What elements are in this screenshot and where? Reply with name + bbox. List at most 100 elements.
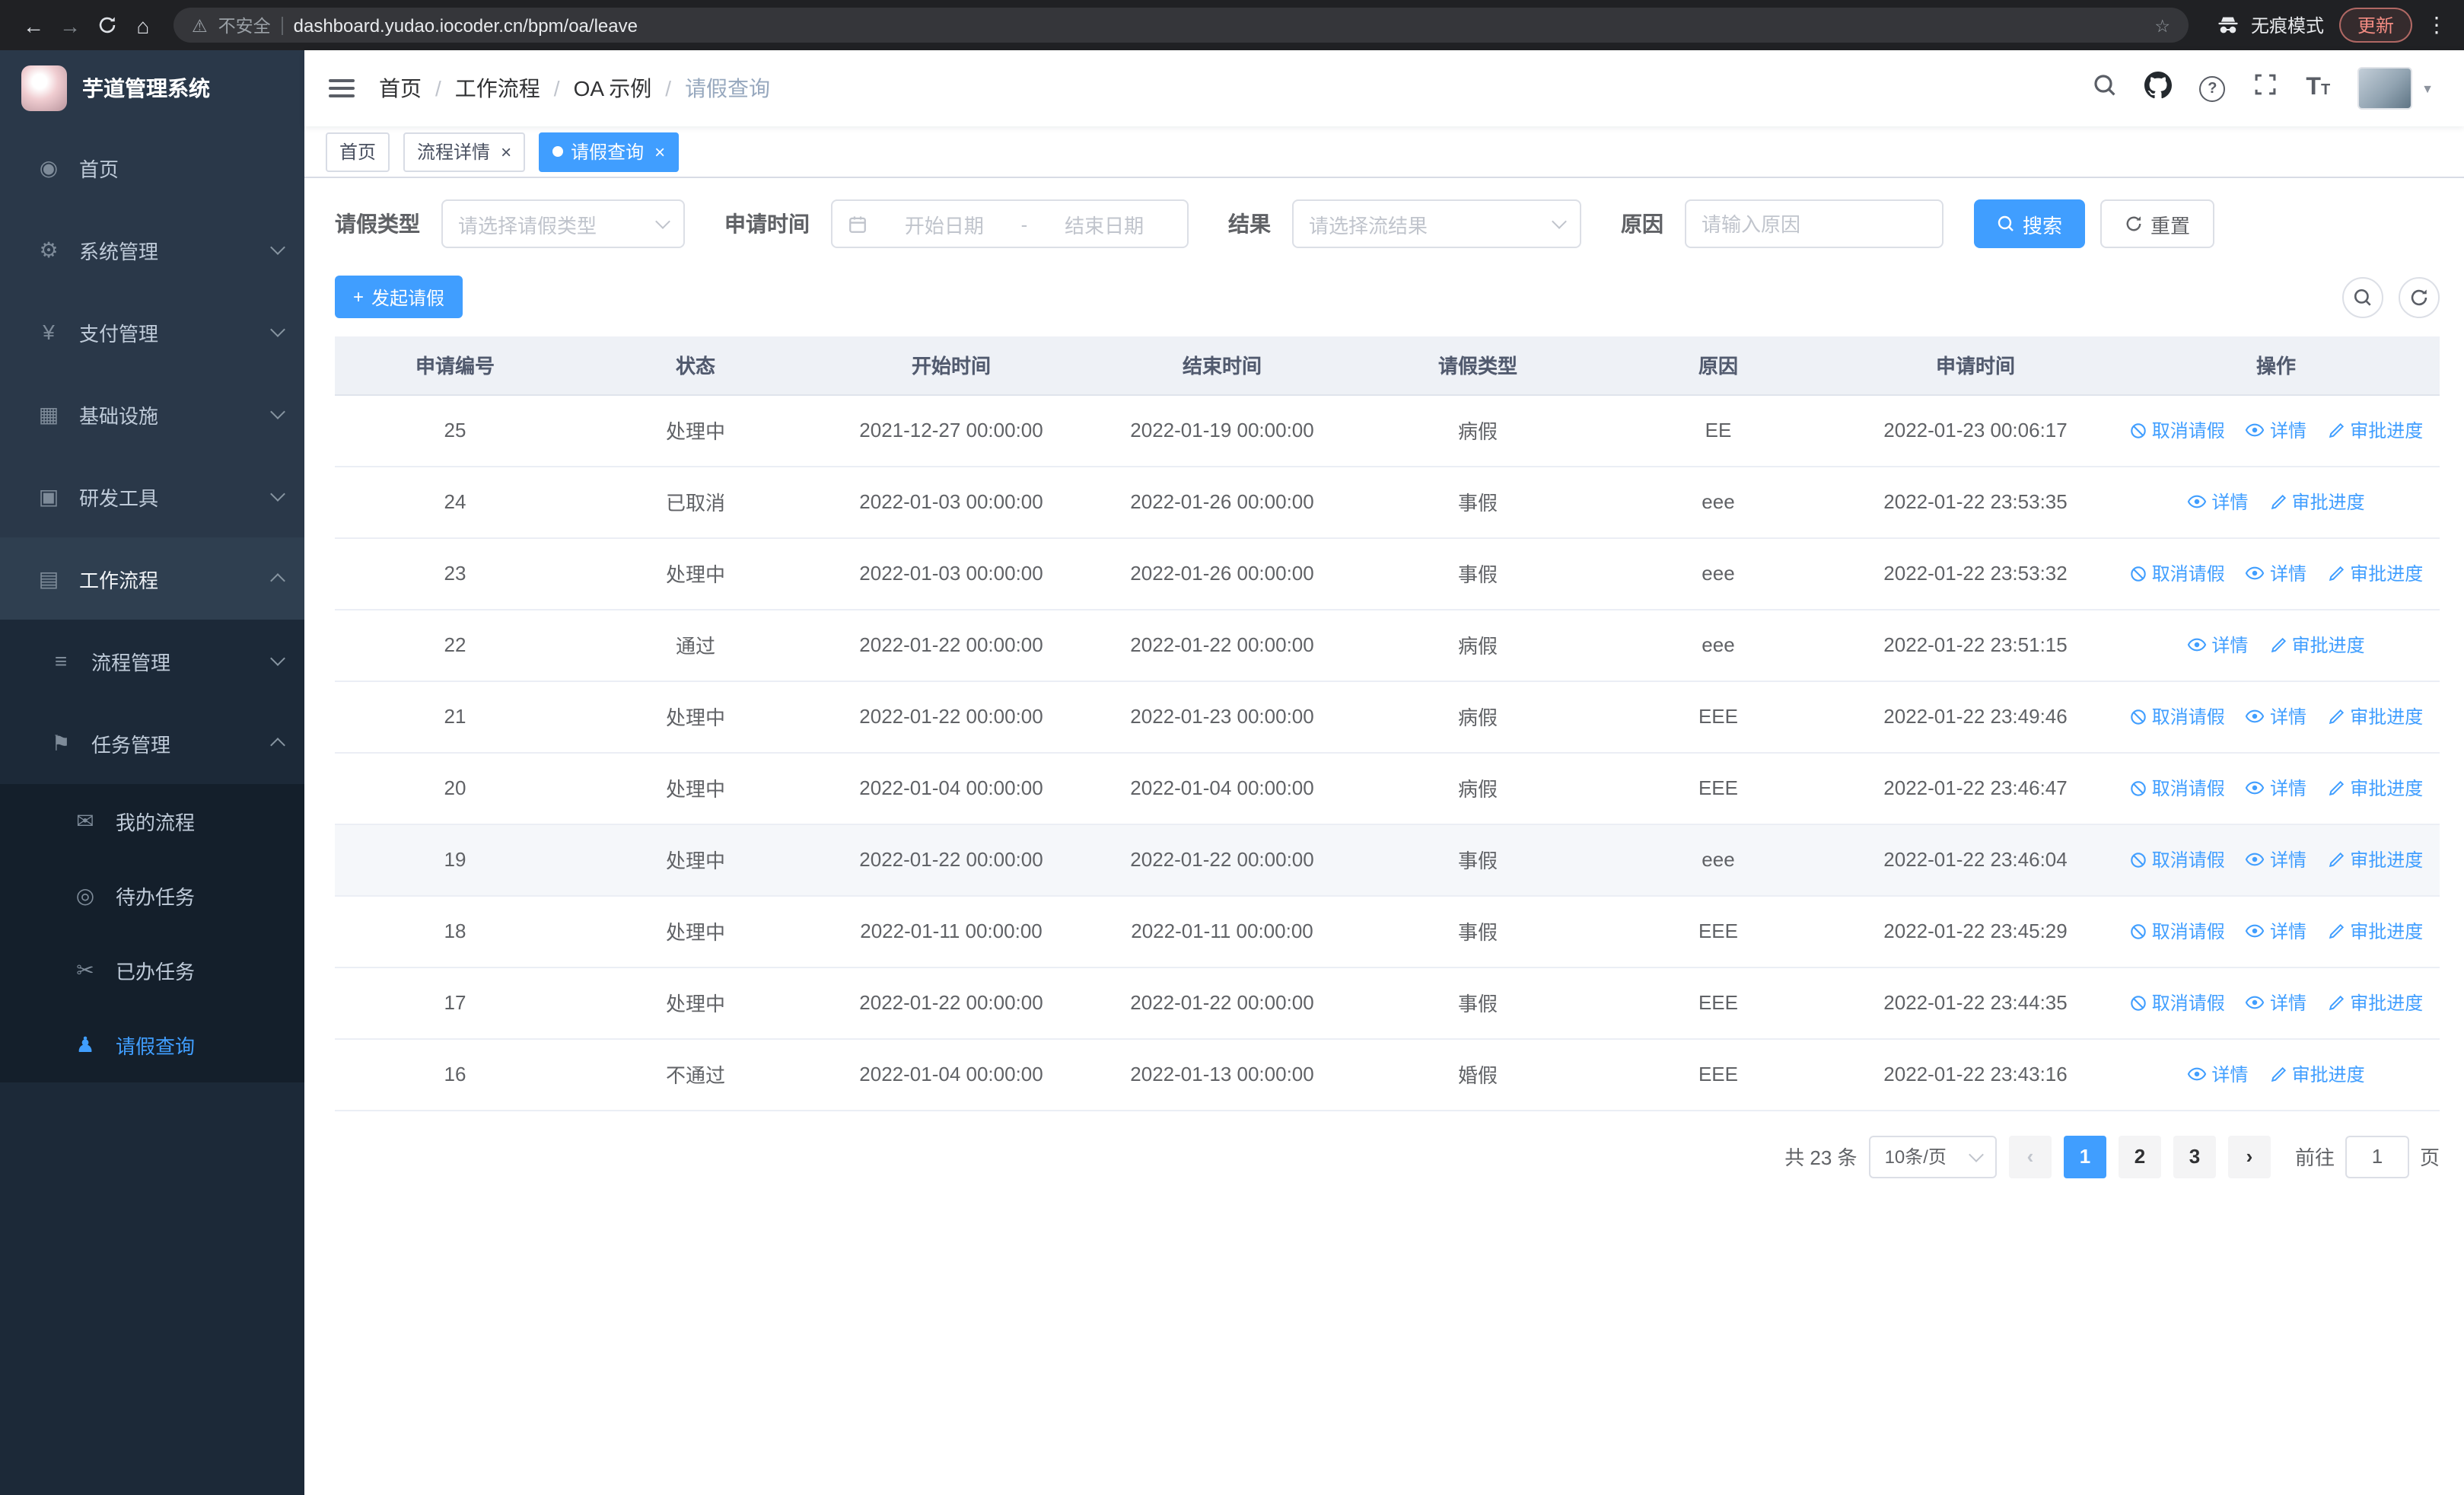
leave-type-select[interactable]: 请选择请假类型	[441, 199, 685, 248]
detail-link[interactable]: 详情	[2246, 560, 2306, 586]
eye-icon	[2188, 1067, 2207, 1081]
tab-close-icon[interactable]: ×	[654, 141, 665, 162]
toggle-search-button[interactable]	[2342, 276, 2383, 317]
breadcrumb-workflow[interactable]: 工作流程	[455, 73, 540, 104]
cancel-leave-link[interactable]: 取消请假	[2129, 990, 2225, 1015]
sidebar-item-leave-query[interactable]: ♟ 请假查询	[0, 1008, 304, 1082]
browser-refresh-button[interactable]	[88, 7, 125, 43]
prev-page-button[interactable]: ‹	[2008, 1135, 2052, 1178]
tab-leave-query[interactable]: 请假查询 ×	[539, 132, 680, 171]
detail-link[interactable]: 详情	[2246, 990, 2306, 1015]
app-navbar: 首页 / 工作流程 / OA 示例 / 请假查询 ? TT ▼	[304, 50, 2464, 126]
reset-button[interactable]: 重置	[2100, 199, 2215, 248]
search-button[interactable]: 搜索	[1974, 199, 2086, 248]
detail-link[interactable]: 详情	[2187, 1061, 2248, 1087]
sidebar-toggle-icon[interactable]	[329, 79, 355, 97]
cancel-leave-link[interactable]: 取消请假	[2129, 775, 2225, 801]
progress-link[interactable]: 审批进度	[2327, 990, 2423, 1015]
progress-link[interactable]: 审批进度	[2327, 846, 2423, 872]
browser-menu-icon[interactable]: ⋮	[2424, 12, 2449, 38]
progress-link[interactable]: 审批进度	[2269, 632, 2365, 658]
goto-page-input[interactable]	[2345, 1135, 2409, 1178]
column-header: 原因	[1598, 336, 1838, 395]
progress-link[interactable]: 审批进度	[2327, 775, 2423, 801]
page-button-2[interactable]: 2	[2118, 1135, 2161, 1178]
tab-process-detail[interactable]: 流程详情 ×	[403, 132, 526, 171]
browser-forward-button[interactable]: →	[52, 7, 88, 43]
next-page-button[interactable]: ›	[2227, 1135, 2271, 1178]
refresh-table-button[interactable]	[2399, 276, 2440, 317]
tab-close-icon[interactable]: ×	[501, 141, 511, 162]
progress-link[interactable]: 审批进度	[2327, 417, 2423, 443]
sidebar-item-infrastructure[interactable]: ▦ 基础设施	[0, 373, 304, 455]
sidebar-item-workflow[interactable]: ▤ 工作流程	[0, 537, 304, 620]
page-button-1[interactable]: 1	[2063, 1135, 2106, 1178]
sidebar-item-done-tasks[interactable]: ✂ 已办任务	[0, 933, 304, 1008]
detail-link[interactable]: 详情	[2187, 632, 2248, 658]
sidebar-item-process-management[interactable]: ≡ 流程管理	[0, 620, 304, 702]
breadcrumb-home[interactable]: 首页	[379, 73, 422, 104]
sidebar-item-task-management[interactable]: ⚑ 任务管理	[0, 702, 304, 784]
sidebar-item-home[interactable]: ◉ 首页	[0, 126, 304, 209]
table-row[interactable]: 24 已取消 2022-01-03 00:00:00 2022-01-26 00…	[335, 466, 2440, 538]
cancel-leave-link[interactable]: 取消请假	[2129, 560, 2225, 586]
table-row[interactable]: 20 处理中 2022-01-04 00:00:00 2022-01-04 00…	[335, 752, 2440, 824]
table-row[interactable]: 18 处理中 2022-01-11 00:00:00 2022-01-11 00…	[335, 895, 2440, 967]
table-row[interactable]: 22 通过 2022-01-22 00:00:00 2022-01-22 00:…	[335, 609, 2440, 681]
help-icon[interactable]: ?	[2199, 75, 2226, 101]
breadcrumb-oa-example[interactable]: OA 示例	[574, 73, 652, 104]
browser-update-button[interactable]: 更新	[2338, 8, 2412, 43]
search-icon[interactable]	[2093, 72, 2117, 104]
tab-home[interactable]: 首页	[326, 132, 390, 171]
cancel-leave-link[interactable]: 取消请假	[2129, 846, 2225, 872]
detail-link[interactable]: 详情	[2246, 775, 2306, 801]
table-row[interactable]: 17 处理中 2022-01-22 00:00:00 2022-01-22 00…	[335, 967, 2440, 1039]
reason-input[interactable]	[1685, 199, 1944, 248]
create-leave-button[interactable]: + 发起请假	[335, 276, 463, 318]
detail-link[interactable]: 详情	[2187, 489, 2248, 515]
progress-link[interactable]: 审批进度	[2269, 1061, 2365, 1087]
apply-time-range-picker[interactable]: 开始日期 - 结束日期	[831, 199, 1189, 248]
sidebar-item-my-process[interactable]: ✉ 我的流程	[0, 784, 304, 859]
cell-reason: EEE	[1598, 752, 1838, 824]
sidebar-item-todo-tasks[interactable]: ◎ 待办任务	[0, 859, 304, 933]
sidebar-item-system[interactable]: ⚙ 系统管理	[0, 209, 304, 291]
user-menu[interactable]: ▼	[2357, 67, 2434, 110]
cancel-leave-link[interactable]: 取消请假	[2129, 703, 2225, 729]
sidebar-item-devtools[interactable]: ▣ 研发工具	[0, 455, 304, 537]
detail-link[interactable]: 详情	[2246, 918, 2306, 944]
sidebar-item-payment[interactable]: ¥ 支付管理	[0, 291, 304, 373]
cancel-leave-link[interactable]: 取消请假	[2129, 918, 2225, 944]
github-icon[interactable]	[2144, 71, 2173, 106]
detail-link[interactable]: 详情	[2246, 846, 2306, 872]
font-size-icon[interactable]: TT	[2306, 75, 2330, 102]
progress-link[interactable]: 审批进度	[2327, 918, 2423, 944]
cancel-leave-link[interactable]: 取消请假	[2129, 417, 2225, 443]
browser-back-button[interactable]: ←	[15, 7, 52, 43]
page-button-3[interactable]: 3	[2173, 1135, 2216, 1178]
table-row[interactable]: 23 处理中 2022-01-03 00:00:00 2022-01-26 00…	[335, 537, 2440, 610]
table-row[interactable]: 25 处理中 2021-12-27 00:00:00 2022-01-19 00…	[335, 394, 2440, 467]
detail-link[interactable]: 详情	[2246, 417, 2306, 443]
table-row[interactable]: 19 处理中 2022-01-22 00:00:00 2022-01-22 00…	[335, 824, 2440, 896]
eye-icon: ◎	[75, 883, 95, 907]
address-bar[interactable]: ⚠ 不安全 dashboard.yudao.iocoder.cn/bpm/oa/…	[173, 8, 2189, 43]
cell-apply-id: 18	[335, 895, 575, 967]
bookmark-star-icon[interactable]: ☆	[2154, 14, 2170, 36]
fullscreen-icon[interactable]	[2252, 72, 2278, 105]
breadcrumb: 首页 / 工作流程 / OA 示例 / 请假查询	[379, 73, 770, 104]
plus-icon: +	[353, 286, 365, 308]
browser-home-button[interactable]: ⌂	[125, 7, 161, 43]
detail-label: 详情	[2211, 1064, 2249, 1086]
page-size-select[interactable]: 10条/页	[1869, 1135, 1997, 1178]
cell-leave-type: 事假	[1358, 967, 1598, 1039]
app-logo[interactable]: 芋道管理系统	[0, 50, 304, 126]
result-select[interactable]: 请选择流结果	[1292, 199, 1581, 248]
progress-link[interactable]: 审批进度	[2269, 489, 2365, 515]
table-row[interactable]: 21 处理中 2022-01-22 00:00:00 2022-01-23 00…	[335, 681, 2440, 753]
detail-link[interactable]: 详情	[2246, 703, 2306, 729]
cell-start-time: 2021-12-27 00:00:00	[816, 394, 1087, 467]
table-row[interactable]: 16 不通过 2022-01-04 00:00:00 2022-01-13 00…	[335, 1038, 2440, 1111]
progress-link[interactable]: 审批进度	[2327, 703, 2423, 729]
progress-link[interactable]: 审批进度	[2327, 560, 2423, 586]
